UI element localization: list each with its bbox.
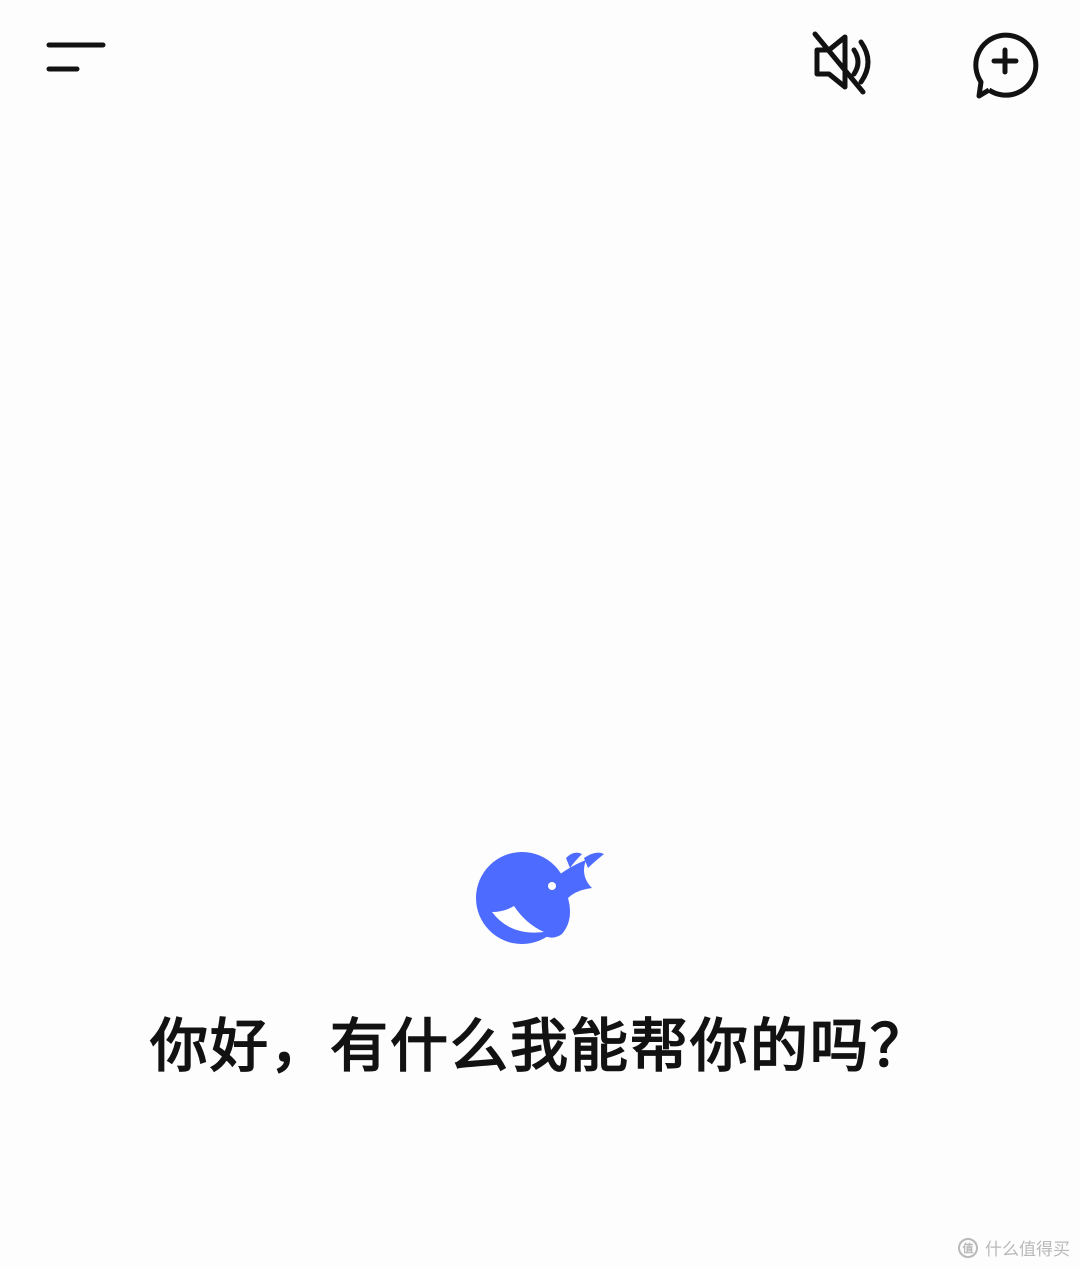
svg-text:值: 值 — [963, 1241, 974, 1255]
mute-button[interactable] — [796, 22, 886, 102]
top-bar — [0, 0, 1080, 130]
speaker-muted-icon — [812, 31, 871, 95]
menu-button[interactable] — [28, 22, 114, 98]
watermark-text: 什么值得买 — [985, 1240, 1070, 1260]
hamburger-menu-icon — [46, 42, 106, 72]
greeting-text: 你好，有什么我能帮你的吗？ — [149, 1012, 930, 1080]
smzdm-logo-icon: 值 — [958, 1237, 978, 1258]
new-chat-button[interactable] — [958, 20, 1052, 104]
whale-logo-icon — [476, 852, 604, 944]
welcome-section: 你好，有什么我能帮你的吗？ — [0, 840, 1080, 1082]
chat-home-screen: 你好，有什么我能帮你的吗？ 值 什么值得买 — [0, 0, 1080, 1268]
new-chat-plus-icon — [973, 32, 1039, 99]
watermark: 值 什么值得买 — [957, 1235, 1070, 1260]
